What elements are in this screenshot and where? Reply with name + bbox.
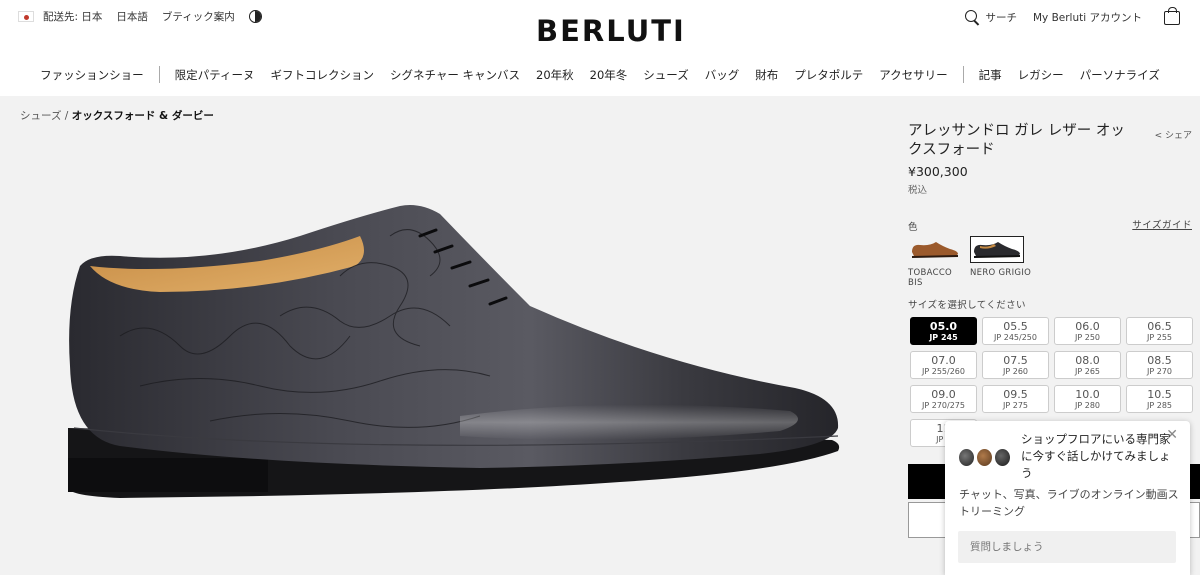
nav-item-fashion-show[interactable]: ファッションショー <box>40 67 144 83</box>
search-icon[interactable] <box>965 9 980 25</box>
shoe-thumbnail-icon <box>959 449 974 466</box>
tax-note: 税込 <box>908 185 928 196</box>
chat-question-input[interactable] <box>958 531 1176 563</box>
size-guide-link[interactable]: サイズガイド <box>1132 217 1192 231</box>
size-eu: 08.0 <box>1075 354 1100 367</box>
product-thumbnails <box>959 449 1013 466</box>
product-title: アレッサンドロ ガレ レザー オックスフォード <box>908 123 1125 158</box>
chat-popup: ✕ ショップフロアにいる専門家に今すぐ話しかけてみましょう チャット、写真、ライ… <box>945 421 1190 575</box>
product-price: ¥300,300 <box>908 164 968 179</box>
size-option[interactable]: 05.0 JP 245 <box>910 317 977 345</box>
top-bar: 配送先: 日本 日本語 ブティック案内 BERLUTI サーチ My Berlu… <box>0 0 1200 48</box>
nav-item-gift-collection[interactable]: ギフトコレクション <box>270 67 374 83</box>
size-jp: JP 260 <box>1003 367 1028 376</box>
contrast-toggle-icon[interactable] <box>248 10 262 23</box>
size-option[interactable]: 07.5 JP 260 <box>982 351 1049 379</box>
size-eu: 05.0 <box>929 320 958 333</box>
size-jp: JP 275 <box>1003 401 1028 410</box>
account-link[interactable]: My Berluti アカウント <box>1033 10 1142 25</box>
size-eu: 07.0 <box>931 354 956 367</box>
size-eu: 09.5 <box>1003 388 1028 401</box>
bag-thumbnail-icon <box>977 449 992 466</box>
size-option[interactable]: 09.0 JP 270/275 <box>910 385 977 413</box>
size-jp: JP 285 <box>1147 401 1172 410</box>
tobacco-shoe-thumbnail <box>912 241 958 258</box>
nav-divider <box>962 66 964 83</box>
size-eu: 08.5 <box>1147 354 1172 367</box>
size-eu: 07.5 <box>1003 354 1028 367</box>
nav-item-shoes[interactable]: シューズ <box>643 67 688 83</box>
size-option[interactable]: 07.0 JP 255/260 <box>910 351 977 379</box>
size-option[interactable]: 09.5 JP 275 <box>982 385 1049 413</box>
ship-to-link[interactable]: 配送先: 日本 <box>43 9 102 24</box>
size-eu: 06.0 <box>1075 320 1100 333</box>
nav-item-personalize[interactable]: パーソナライズ <box>1080 67 1160 83</box>
header-actions: サーチ My Berluti アカウント <box>965 7 1180 25</box>
size-jp: JP 270 <box>1147 367 1172 376</box>
oxford-shoe-image <box>68 205 840 498</box>
size-jp: JP 265 <box>1075 367 1100 376</box>
size-jp: JP 250 <box>1075 333 1100 342</box>
size-eu: 09.0 <box>931 388 956 401</box>
size-option[interactable]: 10.5 JP 285 <box>1126 385 1193 413</box>
search-link[interactable]: サーチ <box>985 10 1017 25</box>
briefcase-thumbnail-icon <box>995 449 1010 466</box>
breadcrumb: シューズ / オックスフォード & ダービー <box>20 108 214 123</box>
share-button[interactable]: < シェア <box>1155 128 1192 141</box>
size-jp: JP 245 <box>929 333 958 342</box>
nav-item-bags[interactable]: バッグ <box>705 67 740 83</box>
berluti-logo[interactable]: BERLUTI <box>536 14 686 48</box>
size-label: サイズを選択してください <box>908 300 1026 311</box>
nav-item-signature-canvas[interactable]: シグネチャー キャンバス <box>390 67 520 83</box>
nav-item-wallets[interactable]: 財布 <box>755 67 778 83</box>
size-option[interactable]: 08.0 JP 265 <box>1054 351 1121 379</box>
breadcrumb-current: オックスフォード & ダービー <box>71 110 214 122</box>
size-jp: JP 255/260 <box>922 367 965 376</box>
size-eu: 05.5 <box>1003 320 1028 333</box>
nav-item-articles[interactable]: 記事 <box>979 67 1002 83</box>
japan-flag-icon <box>18 11 34 22</box>
size-eu: 10.5 <box>1147 388 1172 401</box>
chat-description: チャット、写真、ライブのオンライン動画ストリーミング <box>959 488 1179 518</box>
size-option[interactable]: 10.0 JP 280 <box>1054 385 1121 413</box>
size-jp: JP 270/275 <box>922 401 965 410</box>
size-jp: JP 245/250 <box>994 333 1037 342</box>
color-name-tobacco-bis: TOBACCO BIS <box>908 268 953 288</box>
language-link[interactable]: 日本語 <box>116 9 148 24</box>
main-navigation: ファッションショー 限定パティーヌ ギフトコレクション シグネチャー キャンバス… <box>0 66 1200 83</box>
size-eu: 06.5 <box>1147 320 1172 333</box>
size-eu: 10.0 <box>1075 388 1100 401</box>
boutique-link[interactable]: ブティック案内 <box>162 9 235 24</box>
nav-divider <box>158 66 160 83</box>
nav-item-ready-to-wear[interactable]: プレタポルテ <box>794 67 863 83</box>
size-option[interactable]: 05.5 JP 245/250 <box>982 317 1049 345</box>
size-jp: JP 255 <box>1147 333 1172 342</box>
utility-links: 配送先: 日本 日本語 ブティック案内 <box>18 9 262 24</box>
nav-item-limited-patina[interactable]: 限定パティーヌ <box>175 67 255 83</box>
size-jp: JP 280 <box>1075 401 1100 410</box>
nav-item-accessories[interactable]: アクセサリー <box>879 67 947 83</box>
nav-item-20-autumn[interactable]: 20年秋 <box>536 67 574 83</box>
nav-item-legacy[interactable]: レガシー <box>1018 67 1064 83</box>
breadcrumb-parent[interactable]: シューズ / <box>20 110 68 122</box>
color-swatch-nero-grigio[interactable] <box>970 236 1024 263</box>
color-label: 色 <box>908 222 918 233</box>
size-option[interactable]: 08.5 JP 270 <box>1126 351 1193 379</box>
nero-shoe-thumbnail <box>974 241 1020 258</box>
color-swatch-tobacco-bis[interactable] <box>908 236 962 263</box>
size-option[interactable]: 06.0 JP 250 <box>1054 317 1121 345</box>
chat-headline: ショップフロアにいる専門家に今すぐ話しかけてみましょう <box>1021 432 1171 480</box>
color-name-nero-grigio: NERO GRIGIO <box>970 268 1032 278</box>
product-image[interactable] <box>60 196 850 516</box>
size-option[interactable]: 06.5 JP 255 <box>1126 317 1193 345</box>
shopping-bag-icon[interactable] <box>1164 7 1180 25</box>
nav-item-20-winter[interactable]: 20年冬 <box>590 67 628 83</box>
